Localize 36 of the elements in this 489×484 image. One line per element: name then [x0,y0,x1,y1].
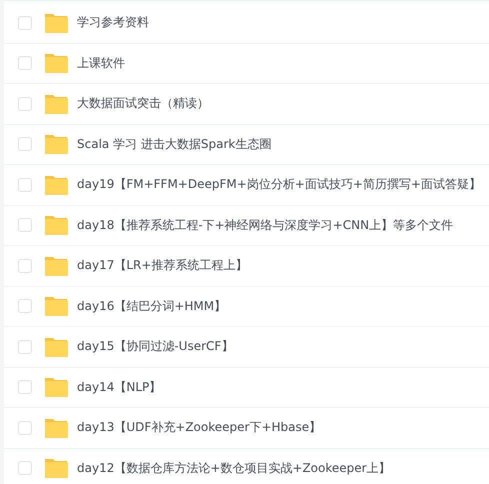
folder-icon [44,215,68,236]
folder-icon [44,174,68,195]
folder-icon [44,53,68,74]
checkbox[interactable] [18,178,32,192]
checkbox[interactable] [18,380,32,394]
checkbox[interactable] [18,258,32,273]
checkbox[interactable] [18,340,32,354]
folder-name[interactable]: day14【NLP】 [77,378,162,396]
checkbox[interactable] [18,56,32,70]
checkbox[interactable] [18,461,32,476]
folder-name[interactable]: day16【结巴分词+HMM】 [77,298,226,315]
folder-icon [44,336,68,357]
checkbox[interactable] [18,96,32,111]
folder-name[interactable]: 学习参考资料 [77,14,149,32]
folder-name[interactable]: Scala 学习 进击大数据Spark生态圈 [77,136,272,153]
checkbox[interactable] [18,218,32,232]
folder-icon [44,134,68,154]
folder-name[interactable]: 上课软件 [77,54,125,72]
folder-name[interactable]: 大数据面试突击（精读） [77,95,209,112]
folder-name[interactable]: day13【UDF补充+Zookeeper下+Hbase】 [77,419,322,436]
checkbox[interactable] [18,137,32,152]
checkbox[interactable] [18,16,32,30]
folder-name[interactable]: day12【数据仓库方法论+数仓项目实战+Zookeeper上】 [77,460,391,477]
folder-icon [44,458,68,478]
checkbox[interactable] [18,420,32,435]
folder-icon [44,418,68,438]
folder-name[interactable]: day15【协同过滤-UserCF】 [77,338,234,356]
folder-name[interactable]: day18【推荐系统工程-下+神经网络与深度学习+CNN上】等多个文件 [77,216,454,234]
folder-name[interactable]: day17【LR+推荐系统工程上】 [77,257,248,274]
folder-name[interactable]: day19【FM+FFM+DeepFM+岗位分析+面试技巧+简历撰写+面试答疑】 [77,176,481,194]
folder-icon [44,94,68,114]
folder-icon [44,256,68,276]
folder-icon [44,377,68,398]
folder-icon [44,12,68,33]
folder-icon [44,296,68,316]
checkbox[interactable] [18,299,32,314]
